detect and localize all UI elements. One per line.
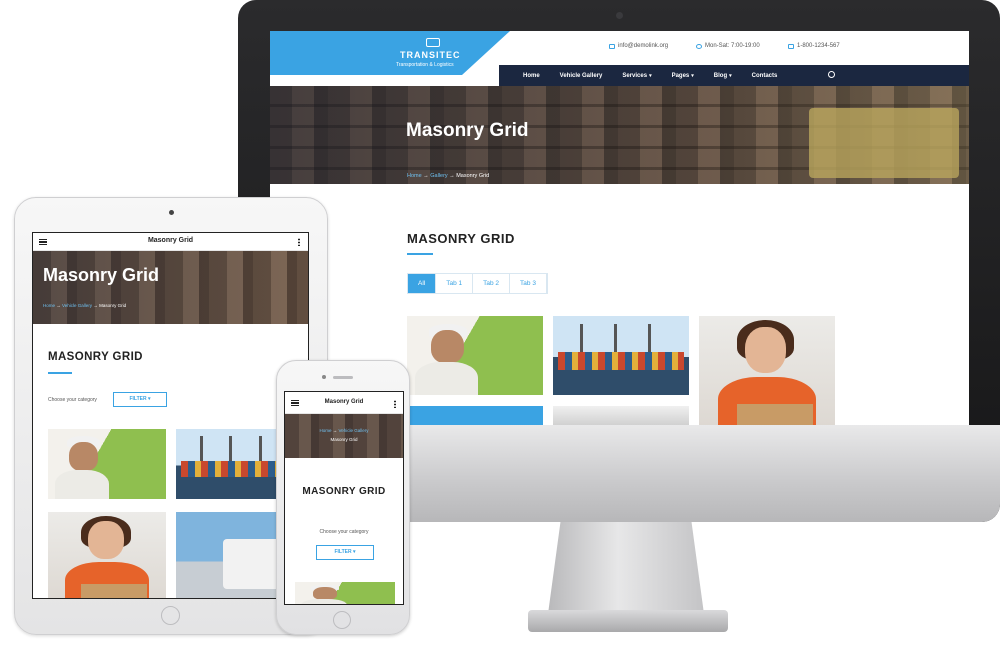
breadcrumb-current: Masonry Grid xyxy=(456,173,490,179)
gallery-item-courier[interactable] xyxy=(407,316,543,395)
phone-speaker xyxy=(333,376,353,379)
hero-forklift-image xyxy=(809,108,959,178)
mail-icon xyxy=(609,43,615,49)
gallery-item-woman[interactable] xyxy=(48,512,166,598)
tablet-breadcrumb: Home → Vehicle Gallery → Masonry Grid xyxy=(43,303,127,308)
phone-filter-button[interactable]: FILTER ▾ xyxy=(316,545,374,560)
gallery-item-woman[interactable] xyxy=(699,316,835,425)
phone-bar-title: Masonry Grid xyxy=(324,399,364,405)
nav-vehicle-gallery[interactable]: Vehicle Gallery xyxy=(550,73,613,79)
contact-hours: Mon-Sat: 7:00-19:00 xyxy=(696,43,760,49)
search-icon[interactable] xyxy=(828,71,835,78)
tablet-filter-button[interactable]: FILTER ▾ xyxy=(113,392,167,407)
caret-down-icon: ▾ xyxy=(729,72,732,79)
tablet-hero: Masonry Grid Home → Vehicle Gallery → Ma… xyxy=(33,251,308,324)
more-icon[interactable] xyxy=(394,400,396,408)
nav-home[interactable]: Home xyxy=(513,73,550,79)
gallery-item-partial[interactable] xyxy=(407,406,543,425)
imac-stand xyxy=(548,522,704,614)
caret-down-icon: ▾ xyxy=(691,72,694,79)
tablet-page-title: Masonry Grid xyxy=(43,265,160,285)
phone-choose-label: Choose your category xyxy=(319,529,369,535)
page-title: Masonry Grid xyxy=(406,120,529,141)
brand-name: TRANSITEC xyxy=(400,50,461,60)
tablet-screen: Masonry Grid Masonry Grid Home → Vehicle… xyxy=(32,232,309,599)
phone-breadcrumb: Home → Vehicle Gallery Masonry Grid xyxy=(319,428,369,442)
tablet-home-button xyxy=(161,606,180,625)
brand-logo[interactable]: TRANSITEC Transportation & Logistics xyxy=(270,31,510,75)
phone-camera xyxy=(322,375,326,379)
breadcrumb-gallery[interactable]: Gallery xyxy=(430,173,447,179)
phone-topbar: Masonry Grid xyxy=(285,392,403,414)
filter-tabs: All Tab 1 Tab 2 Tab 3 xyxy=(407,273,548,294)
phone-screen: Masonry Grid Home → Vehicle Gallery Maso… xyxy=(284,391,404,605)
section-title: MASONRY GRID xyxy=(407,231,515,246)
more-icon[interactable] xyxy=(298,238,300,246)
caret-down-icon: ▾ xyxy=(649,72,652,79)
phone-icon xyxy=(788,43,794,49)
tablet-bar-title: Masonry Grid xyxy=(147,237,194,244)
gallery-item-port[interactable] xyxy=(553,316,689,395)
gallery-item-courier[interactable] xyxy=(48,429,166,499)
contact-phone[interactable]: 1-800-1234-567 xyxy=(788,43,840,49)
imac-stand-base xyxy=(528,610,728,632)
tab-2[interactable]: Tab 2 xyxy=(473,274,511,293)
tab-3[interactable]: Tab 3 xyxy=(510,274,547,293)
main-nav: Home Vehicle Gallery Services ▾ Pages ▾ Bl… xyxy=(499,65,969,86)
breadcrumb-home[interactable]: Home xyxy=(407,173,422,179)
truck-icon xyxy=(426,38,440,47)
tablet-choose-label: Choose your category xyxy=(48,397,97,403)
clock-icon xyxy=(696,43,702,49)
page-hero: Masonry Grid Home → Gallery → Masonry Gr… xyxy=(270,86,969,184)
tab-1[interactable]: Tab 1 xyxy=(436,274,474,293)
contact-email[interactable]: info@demolink.org xyxy=(609,43,668,49)
desktop-topbar: TRANSITEC Transportation & Logistics inf… xyxy=(270,31,969,75)
tablet-topbar: Masonry Grid xyxy=(33,233,308,251)
brand-tagline: Transportation & Logistics xyxy=(396,62,454,68)
title-underline xyxy=(48,372,72,374)
phone-home-button xyxy=(333,611,351,629)
device-mockup-stage: TRANSITEC Transportation & Logistics inf… xyxy=(0,0,1000,648)
nav-services[interactable]: Services ▾ xyxy=(612,73,661,79)
title-underline xyxy=(407,253,433,255)
tablet-camera xyxy=(169,210,174,215)
nav-contacts[interactable]: Contacts xyxy=(742,73,788,79)
breadcrumb: Home → Gallery → Masonry Grid xyxy=(407,173,490,179)
nav-blog[interactable]: Blog ▾ xyxy=(704,73,742,79)
nav-pages[interactable]: Pages ▾ xyxy=(662,73,704,79)
imac-camera xyxy=(616,12,623,19)
tab-all[interactable]: All xyxy=(408,274,437,293)
tablet-section-title: MASONRY GRID xyxy=(48,351,143,363)
phone-hero: Home → Vehicle Gallery Masonry Grid xyxy=(285,414,403,458)
gallery-item-courier[interactable] xyxy=(295,582,395,604)
gallery-item-partial[interactable] xyxy=(553,406,689,425)
phone-section-title: MASONRY GRID xyxy=(302,486,386,497)
